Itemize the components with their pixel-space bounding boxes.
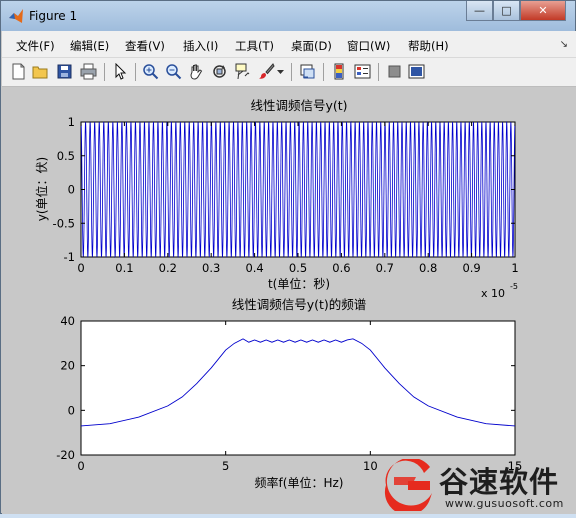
- plot1-xtick-label: 0.6: [332, 261, 350, 275]
- plot1-xtick-label: 0.7: [376, 261, 394, 275]
- brush-dropdown-icon[interactable]: [276, 63, 285, 80]
- figure-plots: 线性调频信号y(t) 1 0.5 0 -0.5 -1 0 0.1 0.2 0.3 0.4 0.5 0…: [34, 98, 522, 490]
- rotate-3d-icon[interactable]: [211, 63, 228, 80]
- plot1-ytick-label: 1: [68, 115, 75, 129]
- menu-file[interactable]: 文件(F): [16, 38, 55, 54]
- plot1-xlabel: t(单位：秒): [268, 276, 330, 291]
- pointer-icon[interactable]: [112, 63, 129, 80]
- menu-help[interactable]: 帮助(H): [408, 38, 449, 54]
- chirp-signal-axes: 线性调频信号y(t) 1 0.5 0 -0.5 -1 0 0.1 0.2 0.3 0.4 0.5 0…: [34, 98, 519, 300]
- plot1-xtick-label: 0.1: [115, 261, 133, 275]
- plot2-title: 线性调频信号y(t)的频谱: [232, 297, 367, 312]
- save-icon[interactable]: [56, 63, 73, 80]
- zoom-out-icon[interactable]: [165, 63, 182, 80]
- toolbar-separator: [291, 63, 292, 81]
- open-file-icon[interactable]: [32, 63, 49, 80]
- figure-canvas: 线性调频信号y(t) 1 0.5 0 -0.5 -1 0 0.1 0.2 0.3 0.4 0.5 0…: [2, 87, 576, 514]
- legend-icon[interactable]: [354, 63, 371, 80]
- data-cursor-icon[interactable]: [234, 63, 251, 80]
- close-button[interactable]: ✕: [520, 1, 566, 21]
- maximize-button[interactable]: □: [493, 1, 520, 21]
- figure-toolbar: [2, 58, 576, 87]
- print-icon[interactable]: [80, 63, 97, 80]
- plot1-xtick-label: 0: [77, 261, 84, 275]
- zoom-in-icon[interactable]: [142, 63, 159, 80]
- plot1-ytick-label: 0.5: [57, 149, 75, 163]
- menu-insert[interactable]: 插入(I): [183, 38, 218, 54]
- link-plot-icon[interactable]: [299, 63, 316, 80]
- pan-hand-icon[interactable]: [188, 63, 205, 80]
- menu-desktop[interactable]: 桌面(D): [291, 38, 332, 54]
- plot2-ytick-label: 20: [60, 359, 75, 373]
- matlab-logo-icon: [9, 9, 23, 23]
- minimize-button[interactable]: —: [466, 1, 493, 21]
- plot1-title: 线性调频信号y(t): [250, 98, 347, 113]
- figure-window: Figure 1 — □ ✕ 文件(F) 编辑(E) 查看(V) 插入(I) 工…: [0, 0, 576, 514]
- brush-icon[interactable]: [258, 63, 275, 80]
- menu-view[interactable]: 查看(V): [125, 38, 165, 54]
- gusuosoft-logo-icon: [384, 459, 432, 511]
- window-title: Figure 1: [29, 9, 78, 23]
- plot1-exponent-power: -5: [510, 282, 518, 291]
- plot1-xtick-label: 0.9: [462, 261, 480, 275]
- colorbar-icon[interactable]: [331, 63, 348, 80]
- menu-edit[interactable]: 编辑(E): [70, 38, 109, 54]
- plot1-ylabel: y(单位：伏): [34, 157, 49, 221]
- plot1-xtick-label: 0.4: [245, 261, 263, 275]
- toolbar-separator: [378, 63, 379, 81]
- plot2-xtick-label: 5: [222, 459, 229, 473]
- plot1-xtick-label: 0.2: [159, 261, 177, 275]
- plot2-ytick-label: 40: [60, 314, 75, 328]
- plot2-xtick-label: 10: [363, 459, 378, 473]
- plot2-ytick-label: 0: [68, 403, 75, 417]
- plot1-exponent-base: x 10: [481, 287, 505, 300]
- watermark-url: www.gusuosoft.com: [445, 497, 564, 510]
- plot1-ytick-label: 0: [68, 183, 75, 197]
- toolbar-separator: [323, 63, 324, 81]
- plot2-xtick-label: 0: [77, 459, 84, 473]
- toolbar-separator: [104, 63, 105, 81]
- plot2-xlabel: 频率f(单位：Hz): [255, 475, 344, 490]
- plot2-ytick-label: -20: [56, 448, 75, 462]
- menu-tools[interactable]: 工具(T): [235, 38, 274, 54]
- title-bar[interactable]: Figure 1 — □ ✕: [1, 1, 575, 31]
- toolbar-separator: [135, 63, 136, 81]
- menu-bar: 文件(F) 编辑(E) 查看(V) 插入(I) 工具(T) 桌面(D) 窗口(W…: [2, 31, 576, 58]
- new-figure-icon[interactable]: [10, 63, 27, 80]
- plot1-xtick-label: 0.8: [419, 261, 437, 275]
- plot1-ytick-label: -0.5: [53, 216, 75, 230]
- plot1-xtick-label: 1: [511, 261, 518, 275]
- show-plot-tools-icon[interactable]: [408, 63, 425, 80]
- menu-window[interactable]: 窗口(W): [347, 38, 390, 54]
- plot1-xtick-label: 0.5: [289, 261, 307, 275]
- watermark-name: 谷速软件: [439, 465, 560, 499]
- plot1-ytick-label: -1: [64, 250, 75, 264]
- plot1-xtick-label: 0.3: [202, 261, 220, 275]
- hide-plot-tools-icon[interactable]: [386, 63, 403, 80]
- dock-arrow-icon[interactable]: ↘: [560, 39, 568, 50]
